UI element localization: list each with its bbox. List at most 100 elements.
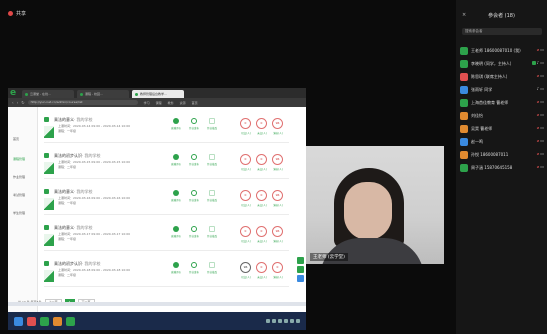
back-icon[interactable]: ‹ [12,100,14,105]
camera-off-icon[interactable]: ▭ [540,112,544,117]
course-row[interactable]: 乘法的初步认识· 我的学校 上课时间：2020-03-15 09:00 - 202… [44,149,289,179]
course-title[interactable]: 乘法的意义· 我的学校 [54,189,93,195]
participant-item[interactable]: 张雨轩 同学 ♪ ▭ [460,83,545,96]
participant-name: 李晓明 (同学，主持人) [471,60,512,66]
course-action-button[interactable]: 作业发布 [186,118,202,130]
participant-item[interactable]: 刘佳怡 ⌀ ▭ [460,109,545,122]
taskbar-app-icon[interactable] [53,316,62,326]
tray-icon[interactable] [278,319,282,323]
forward-icon[interactable]: › [17,100,19,105]
participant-item[interactable]: 陈思琪 (联席主持人) ⌀ ▭ [460,70,545,83]
sidenav-item-exams[interactable]: 考试管理 [13,193,25,197]
course-checkbox[interactable] [44,153,49,158]
bookmark-item[interactable]: 首页 [192,101,198,105]
course-action-button[interactable]: 作业批改 [204,262,220,274]
mic-muted-icon[interactable]: ⌀ [537,112,539,117]
sidenav-item-homework[interactable]: 作业管理 [13,175,25,179]
bookmark-item[interactable]: 资源 [180,101,186,105]
course-checkbox[interactable] [44,189,49,194]
course-stat-circle: 96 [272,190,283,201]
start-icon[interactable] [14,316,23,326]
mic-muted-icon[interactable]: ⌀ [537,151,539,156]
course-action-button[interactable]: 直播评价 [168,262,184,274]
mic-muted-icon[interactable]: ⌀ [537,138,539,143]
course-action-button[interactable]: 直播评价 [168,226,184,238]
course-action-button[interactable]: 直播评价 [168,118,184,130]
taskbar-app-icon[interactable] [66,316,75,326]
camera-off-icon[interactable]: ▭ [540,99,544,104]
refresh-icon[interactable]: ↻ [21,100,24,105]
browser-tab[interactable]: 云课堂 - 在线... [22,90,74,98]
course-action-button[interactable]: 作业发布 [186,154,202,166]
course-stat-circle: 0 [240,190,251,201]
taskbar-app-icon[interactable] [40,316,49,326]
mic-muted-icon[interactable]: ⌀ [537,47,539,52]
participant-item[interactable]: 上海首佳教育 曹老师 ⌀ ▭ [460,96,545,109]
camera-icon[interactable]: ▭ [540,86,544,91]
mic-muted-icon[interactable]: ⌀ [537,73,539,78]
browser-tab[interactable]: 课程 - 校园... [77,90,129,98]
floating-tool-icon[interactable] [297,266,304,273]
mic-icon[interactable]: ♪ [537,86,540,91]
course-action-button[interactable]: 作业发布 [186,226,202,238]
taskbar-app-icon[interactable] [27,316,36,326]
course-action-button[interactable]: 作业发布 [186,190,202,202]
camera-icon[interactable]: ▭ [540,60,544,65]
course-action-button[interactable]: 作业发布 [186,262,202,274]
camera-off-icon[interactable]: ▭ [540,138,544,143]
live-review-icon [173,154,179,160]
course-action-button[interactable]: 作业批改 [204,190,220,202]
tray-icon[interactable] [272,319,276,323]
course-stat-circle: 0 [272,262,283,273]
participant-item[interactable]: 赵一鸣 ⌀ ▭ [460,135,545,148]
bookmark-item[interactable]: 学习 [144,101,150,105]
sidenav-item-students[interactable]: 学生管理 [13,211,25,215]
camera-off-icon[interactable]: ▭ [540,164,544,169]
course-action-button[interactable]: 作业批改 [204,226,220,238]
course-title[interactable]: 乘法的意义· 我的学校 [54,117,93,123]
course-checkbox[interactable] [44,261,49,266]
url-field[interactable]: http://yun.net.cn/admin/course/list [27,100,138,105]
course-row[interactable]: 乘法的初步认识· 我的学校 上课时间：2020-03-18 09:00 - 202… [44,257,289,287]
course-note: 课程：二年级 [58,165,77,169]
floating-tool-icon[interactable] [297,275,304,282]
camera-off-icon[interactable]: ▭ [540,73,544,78]
participant-video-tile[interactable]: 王老师 (云学堂) [306,146,444,264]
mic-icon[interactable]: ♪ [537,60,540,65]
tray-icon[interactable] [266,319,270,323]
participant-item[interactable]: 周子涵 15870645158 ⌀ ▭ [460,161,545,174]
participant-item[interactable]: 王老师 18600087010 (我) ⌀ ▭ [460,44,545,57]
camera-off-icon[interactable]: ▭ [540,47,544,52]
course-action-button[interactable]: 作业批改 [204,118,220,130]
course-checkbox[interactable] [44,225,49,230]
course-title-text: 乘法的初步认识 [54,261,82,266]
course-action-button[interactable]: 直播评价 [168,154,184,166]
course-title[interactable]: 乘法的意义· 我的学校 [54,225,93,231]
course-title[interactable]: 乘法的初步认识· 我的学校 [54,261,101,267]
participant-search-input[interactable]: 搜索参会者 [462,28,542,35]
bookmark-item[interactable]: 教务 [168,101,174,105]
participant-item[interactable]: 李晓明 (同学，主持人) ♪ ▭ [460,57,545,70]
course-row[interactable]: 乘法的意义· 我的学校 上课时间：2020-03-14 09:00 - 2020-… [44,113,289,143]
participant-item[interactable]: 孙悦 18600087011 ⌀ ▭ [460,148,545,161]
camera-off-icon[interactable]: ▭ [540,151,544,156]
course-action-button[interactable]: 直播评价 [168,190,184,202]
course-row[interactable]: 乘法的意义· 我的学校 上课时间：2020-03-16 09:00 - 2020-… [44,185,289,215]
participant-item[interactable]: 吴昊 曹老师 ⌀ ▭ [460,122,545,135]
course-action-button[interactable]: 作业批改 [204,154,220,166]
tray-icon[interactable] [284,319,288,323]
course-checkbox[interactable] [44,117,49,122]
mic-muted-icon[interactable]: ⌀ [537,125,539,130]
browser-tab-active[interactable]: 教师管理后台教学... [132,90,184,98]
course-row[interactable]: 乘法的意义· 我的学校 上课时间：2020-03-17 09:00 - 2020-… [44,221,289,251]
sidenav-item-courses[interactable]: 课程管理 [13,157,25,161]
mic-muted-icon[interactable]: ⌀ [537,99,539,104]
tray-icon[interactable] [296,319,300,323]
sidenav-item-home[interactable]: 首页 [13,137,19,141]
floating-tool-icon[interactable] [297,257,304,264]
bookmark-item[interactable]: 课程 [156,101,162,105]
tray-icon[interactable] [290,319,294,323]
camera-off-icon[interactable]: ▭ [540,125,544,130]
course-title[interactable]: 乘法的初步认识· 我的学校 [54,153,101,159]
mic-muted-icon[interactable]: ⌀ [537,164,539,169]
